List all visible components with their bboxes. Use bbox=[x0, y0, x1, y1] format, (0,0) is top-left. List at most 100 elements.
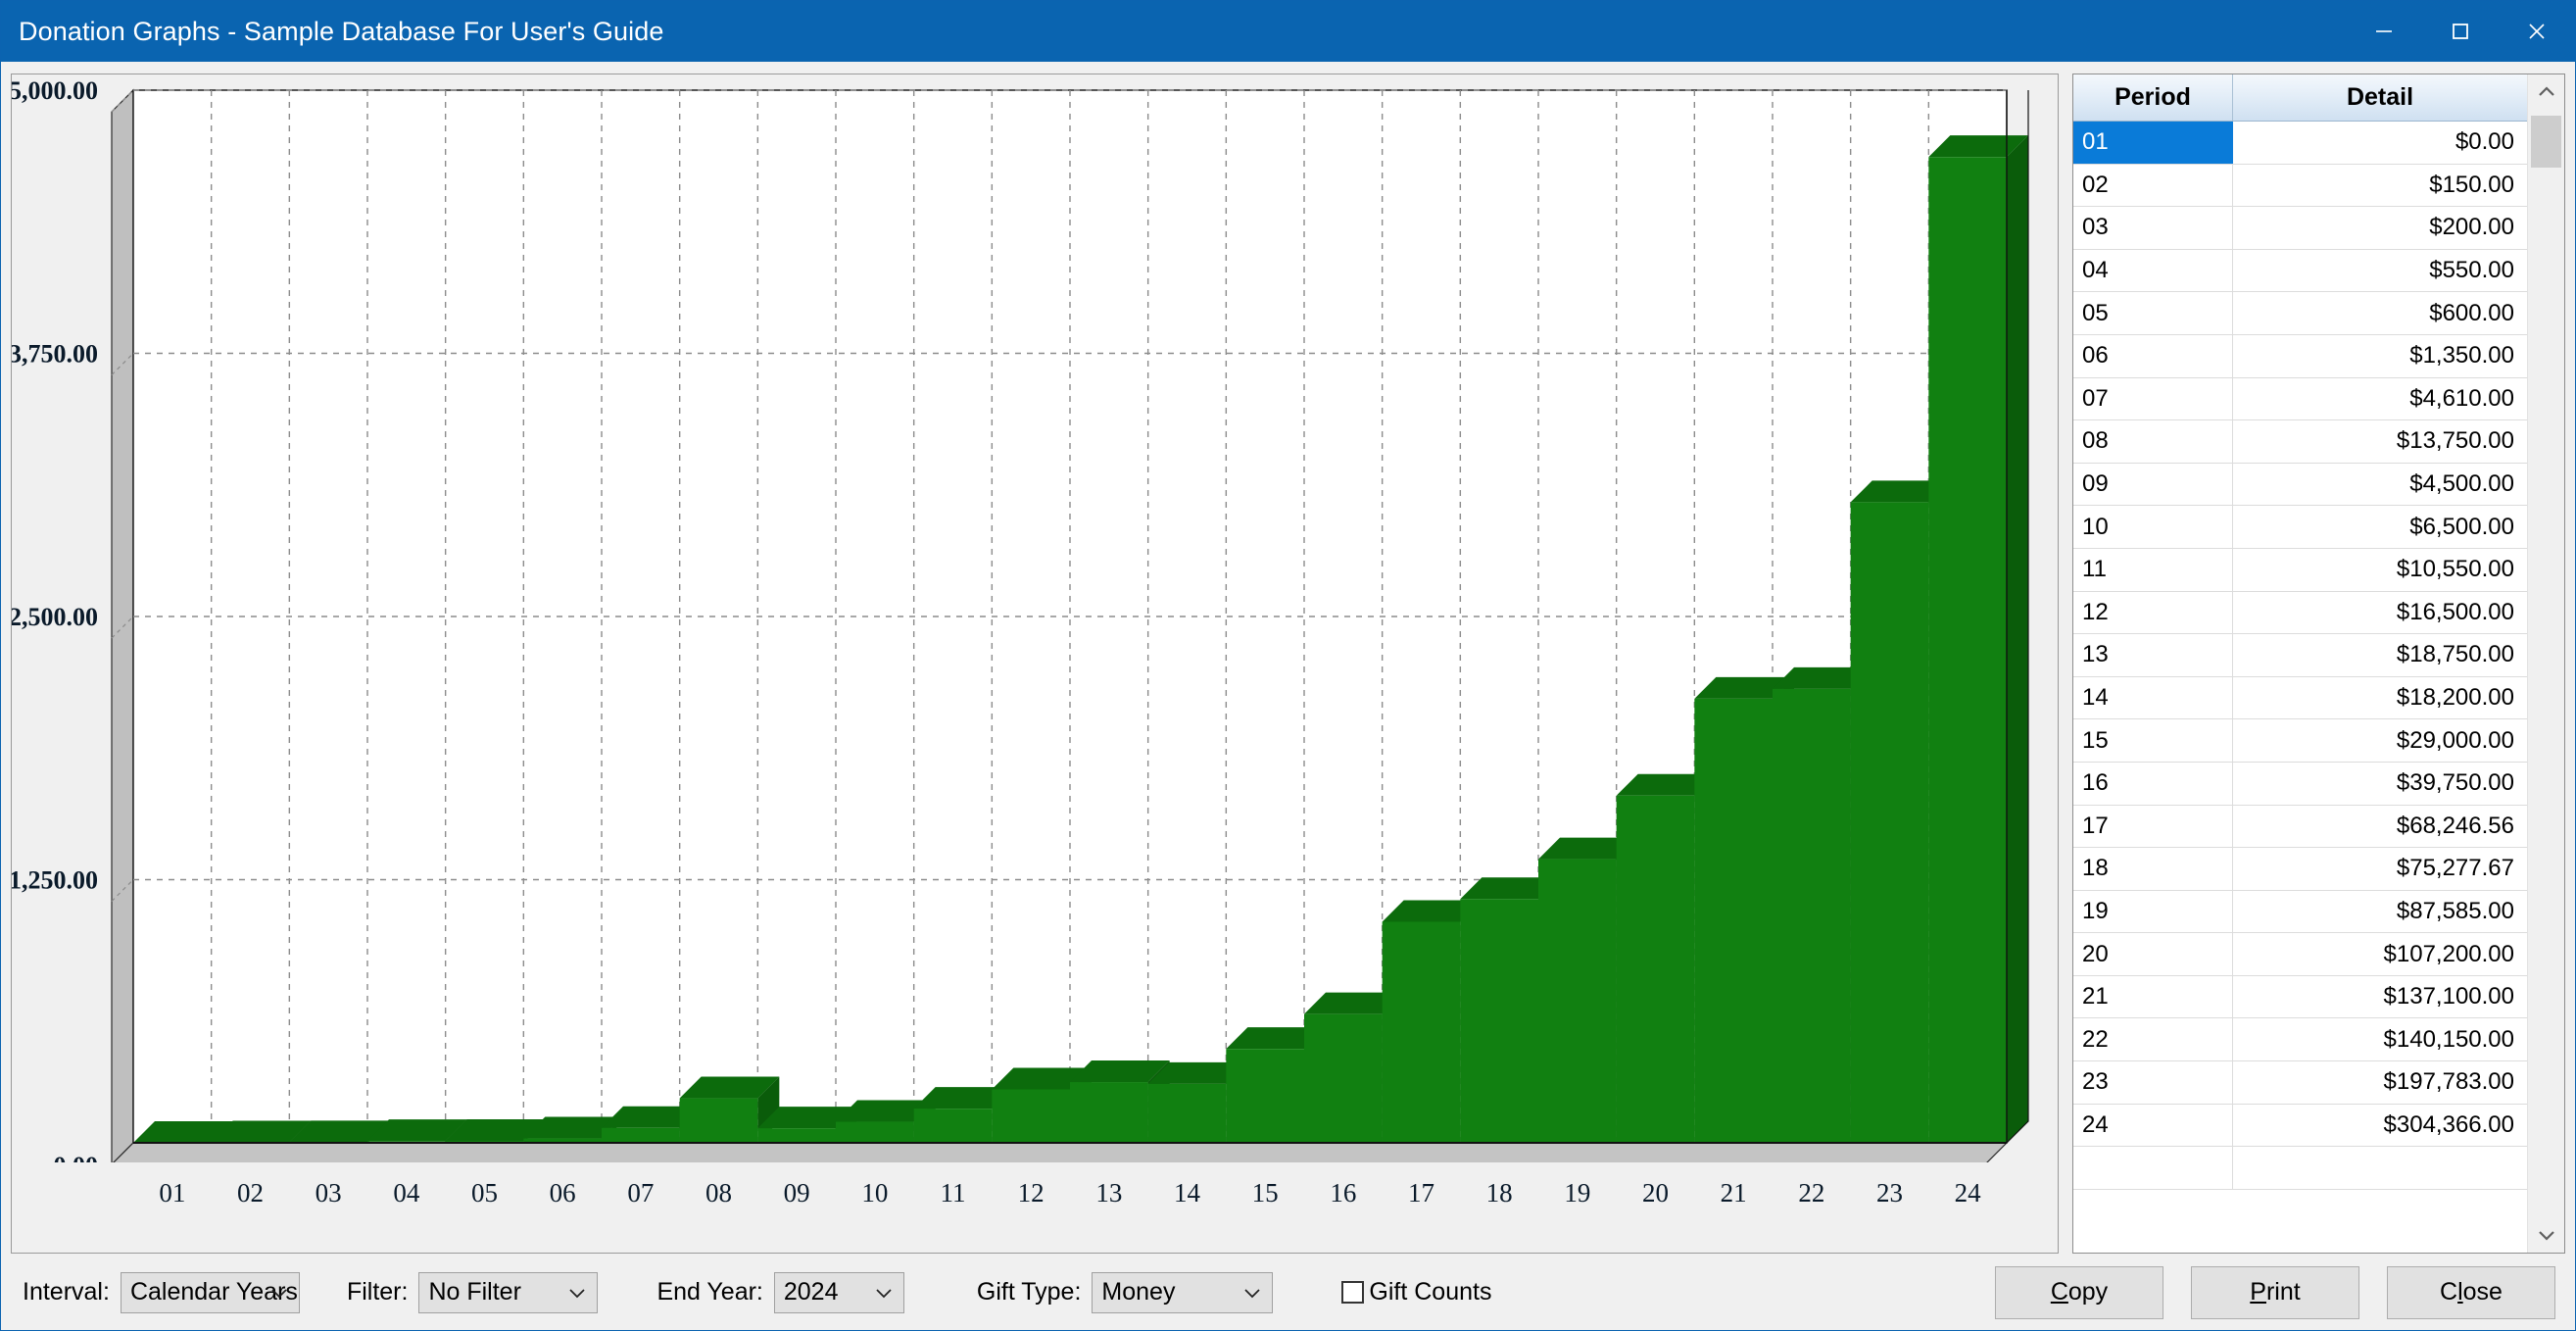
cell-detail: $304,366.00 bbox=[2383, 1110, 2514, 1138]
window-title: Donation Graphs - Sample Database For Us… bbox=[19, 16, 664, 46]
x-axis-tick-label: 16 bbox=[1330, 1178, 1356, 1208]
chevron-up-icon bbox=[2538, 86, 2554, 96]
cell-period: 21 bbox=[2073, 975, 2233, 1018]
table-row[interactable]: 03 $200.00 bbox=[2073, 207, 2527, 250]
interval-select[interactable]: Calendar Years bbox=[120, 1271, 300, 1313]
table-row[interactable]: 17 $68,246.56 bbox=[2073, 805, 2527, 849]
cell-period: 18 bbox=[2073, 848, 2233, 890]
bar-front-face bbox=[1850, 502, 1929, 1143]
table-row[interactable]: 05 $600.00 bbox=[2073, 292, 2527, 335]
chevron-down-icon bbox=[567, 1273, 587, 1312]
copy-button[interactable]: Copy bbox=[1995, 1265, 2163, 1319]
table-row[interactable]: 09 $4,500.00 bbox=[2073, 463, 2527, 507]
end-year-select[interactable]: 2024 bbox=[773, 1271, 904, 1313]
scroll-down-button[interactable] bbox=[2528, 1217, 2564, 1253]
table-row[interactable]: 06 $1,350.00 bbox=[2073, 334, 2527, 378]
x-axis-tick-label: 17 bbox=[1408, 1178, 1434, 1208]
scroll-up-button[interactable] bbox=[2528, 74, 2564, 110]
table-row[interactable]: 07 $4,610.00 bbox=[2073, 377, 2527, 421]
table-row[interactable]: 24 $304,366.00 bbox=[2073, 1104, 2527, 1148]
table-row[interactable]: 10 $6,500.00 bbox=[2073, 506, 2527, 549]
y-axis-tick-label: 162,500.00 bbox=[12, 603, 98, 631]
table-vertical-scrollbar[interactable] bbox=[2527, 74, 2564, 1253]
checkbox-box[interactable] bbox=[1341, 1281, 1365, 1304]
column-header-detail[interactable]: Detail bbox=[2233, 74, 2527, 121]
cell-detail: $140,150.00 bbox=[2383, 1025, 2514, 1053]
column-header-period[interactable]: Period bbox=[2073, 74, 2233, 121]
gift-type-select[interactable]: Money bbox=[1092, 1271, 1274, 1313]
table-row-empty bbox=[2073, 1147, 2527, 1190]
cell-period: 07 bbox=[2073, 377, 2233, 420]
table-row[interactable]: 14 $18,200.00 bbox=[2073, 676, 2527, 720]
minimize-button[interactable] bbox=[2346, 1, 2422, 62]
table-row[interactable]: 13 $18,750.00 bbox=[2073, 634, 2527, 677]
cell-period bbox=[2073, 1147, 2233, 1189]
x-axis-tick-label: 21 bbox=[1721, 1178, 1747, 1208]
x-axis-tick-label: 12 bbox=[1018, 1178, 1045, 1208]
bar-front-face bbox=[1226, 1049, 1304, 1143]
donation-graphs-window: Donation Graphs - Sample Database For Us… bbox=[0, 0, 2576, 1331]
table-row[interactable]: 23 $197,783.00 bbox=[2073, 1061, 2527, 1105]
table-row[interactable]: 08 $13,750.00 bbox=[2073, 420, 2527, 464]
x-axis-tick-label: 14 bbox=[1174, 1178, 1201, 1208]
table-row[interactable]: 21 $137,100.00 bbox=[2073, 975, 2527, 1019]
cell-period: 06 bbox=[2073, 334, 2233, 377]
action-buttons: Copy Print Close bbox=[1995, 1265, 2555, 1319]
gift-counts-checkbox[interactable]: Gift Counts bbox=[1341, 1278, 1491, 1306]
bar-front-face bbox=[1147, 1083, 1227, 1143]
cell-period: 09 bbox=[2073, 463, 2233, 506]
table-row[interactable]: 01 $0.00 bbox=[2073, 122, 2527, 165]
cell-detail: $150.00 bbox=[2429, 171, 2514, 198]
cell-period: 14 bbox=[2073, 676, 2233, 719]
cell-detail: $75,277.67 bbox=[2396, 855, 2514, 882]
table-row[interactable]: 12 $16,500.00 bbox=[2073, 591, 2527, 635]
table-row[interactable]: 02 $150.00 bbox=[2073, 164, 2527, 208]
cell-detail: $18,200.00 bbox=[2396, 684, 2514, 712]
cell-detail: $200.00 bbox=[2429, 214, 2514, 241]
cell-detail: $4,500.00 bbox=[2409, 470, 2514, 498]
cell-period: 10 bbox=[2073, 506, 2233, 548]
table-row[interactable]: 20 $107,200.00 bbox=[2073, 933, 2527, 976]
close-dialog-button[interactable]: Close bbox=[2387, 1265, 2555, 1319]
x-axis-tick-label: 05 bbox=[471, 1178, 498, 1208]
period-detail-table: Period Detail 01 $0.00 02 $150.00 03 $200.00 0… bbox=[2072, 74, 2565, 1254]
table-row[interactable]: 11 $10,550.00 bbox=[2073, 548, 2527, 592]
cell-detail: $600.00 bbox=[2429, 299, 2514, 326]
x-axis-tick-label: 03 bbox=[316, 1178, 342, 1208]
table-row[interactable]: 15 $29,000.00 bbox=[2073, 719, 2527, 763]
cell-period: 24 bbox=[2073, 1104, 2233, 1147]
cell-period: 20 bbox=[2073, 933, 2233, 975]
cell-period: 23 bbox=[2073, 1061, 2233, 1104]
x-axis-tick-label: 22 bbox=[1798, 1178, 1824, 1208]
scrollbar-track[interactable] bbox=[2528, 110, 2564, 1217]
cell-detail: $137,100.00 bbox=[2383, 983, 2514, 1011]
cell-detail: $87,585.00 bbox=[2396, 897, 2514, 924]
table-row[interactable]: 22 $140,150.00 bbox=[2073, 1018, 2527, 1062]
cell-period: 16 bbox=[2073, 762, 2233, 805]
scrollbar-thumb[interactable] bbox=[2531, 116, 2561, 168]
end-year-value: 2024 bbox=[783, 1278, 839, 1306]
gift-counts-label: Gift Counts bbox=[1369, 1278, 1492, 1306]
cell-period: 01 bbox=[2073, 122, 2233, 164]
bar-front-face bbox=[757, 1128, 836, 1143]
filter-select[interactable]: No Filter bbox=[418, 1271, 599, 1313]
cell-detail: $0.00 bbox=[2454, 128, 2514, 156]
close-button[interactable] bbox=[2499, 1, 2575, 62]
y-axis-tick-label: 325,000.00 bbox=[12, 76, 98, 105]
x-axis-tick-label: 06 bbox=[550, 1178, 576, 1208]
print-button[interactable]: Print bbox=[2191, 1265, 2359, 1319]
end-year-control: End Year: 2024 bbox=[656, 1271, 904, 1313]
x-axis-tick-label: 15 bbox=[1252, 1178, 1279, 1208]
table-row[interactable]: 19 $87,585.00 bbox=[2073, 890, 2527, 934]
table-header-row: Period Detail bbox=[2073, 74, 2527, 122]
table-row[interactable]: 18 $75,277.67 bbox=[2073, 848, 2527, 891]
table-row[interactable]: 04 $550.00 bbox=[2073, 249, 2527, 293]
table-row[interactable]: 16 $39,750.00 bbox=[2073, 762, 2527, 806]
gift-type-label: Gift Type: bbox=[976, 1278, 1082, 1306]
chart-floor bbox=[110, 1142, 2009, 1165]
cell-period: 19 bbox=[2073, 890, 2233, 933]
maximize-button[interactable] bbox=[2422, 1, 2499, 62]
cell-detail: $550.00 bbox=[2429, 257, 2514, 284]
y-axis-tick-label: 81,250.00 bbox=[12, 866, 98, 895]
cell-period: 15 bbox=[2073, 719, 2233, 762]
